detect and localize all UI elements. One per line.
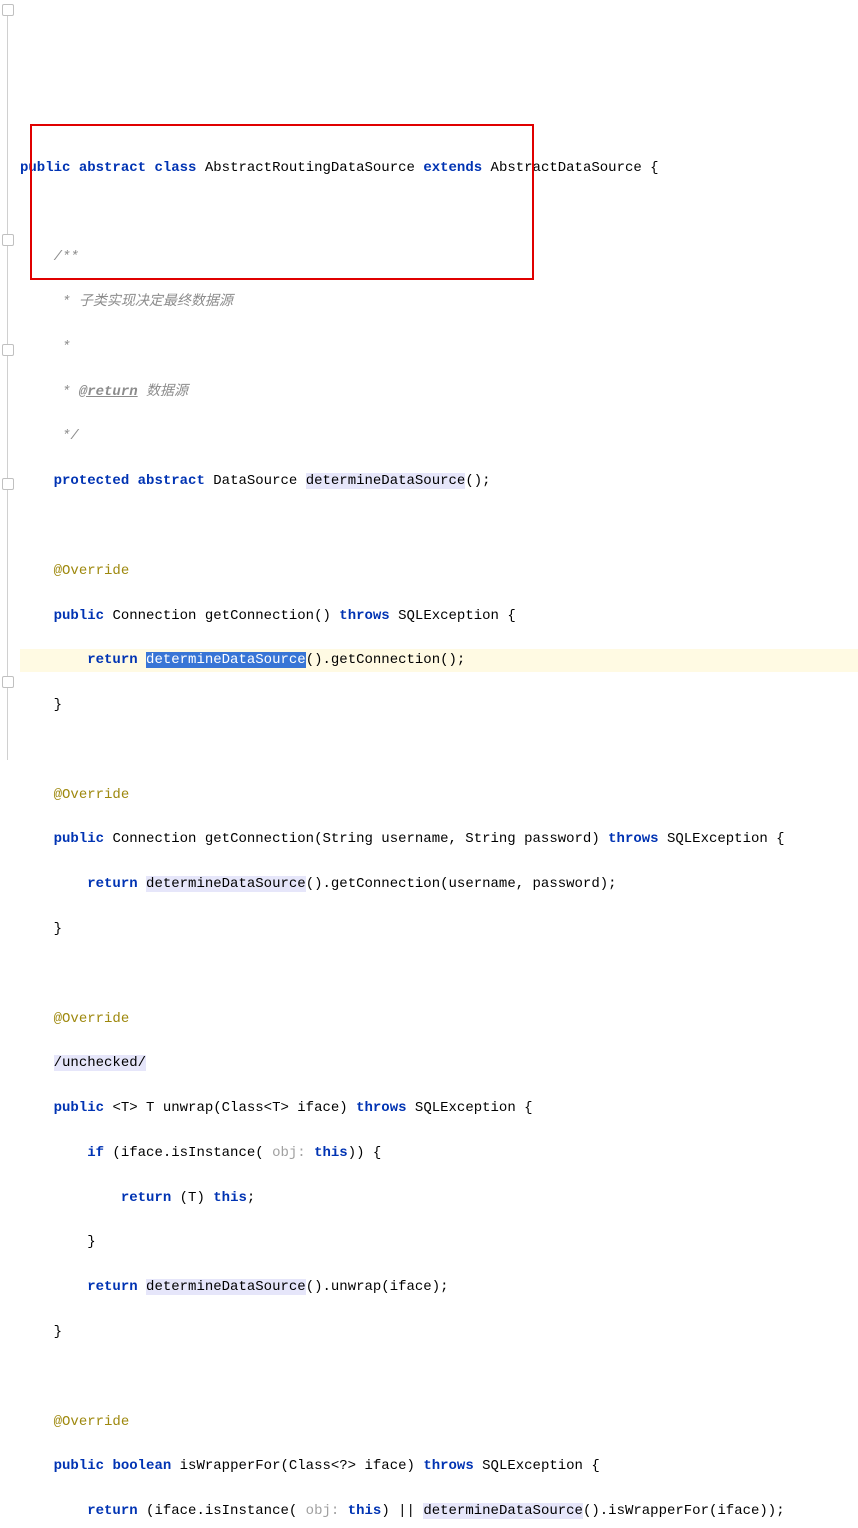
param-hint: obj: [264,1145,314,1161]
code-line[interactable]: @Override [20,1008,858,1030]
gutter [0,0,16,1528]
usage: determineDataSource [423,1503,583,1519]
code-line[interactable]: return determineDataSource().getConnecti… [20,873,858,895]
code-line[interactable]: public abstract class AbstractRoutingDat… [20,157,858,179]
code-line[interactable]: @Override [20,1411,858,1433]
code-line[interactable] [20,515,858,537]
code-line[interactable] [20,1366,858,1388]
fold-toggle-icon[interactable] [2,344,14,356]
code-line[interactable] [20,963,858,985]
code-line[interactable]: return (iface.isInstance( obj: this) || … [20,1500,858,1522]
fold-toggle-icon[interactable] [2,478,14,490]
code-line[interactable]: public boolean isWrapperFor(Class<?> ifa… [20,1455,858,1477]
code-line[interactable]: * 子类实现决定最终数据源 [20,291,858,313]
code-line-current[interactable]: return determineDataSource().getConnecti… [20,649,858,671]
fold-toggle-icon[interactable] [2,676,14,688]
code-line[interactable]: if (iface.isInstance( obj: this)) { [20,1142,858,1164]
code-editor[interactable]: public abstract class AbstractRoutingDat… [0,0,858,1528]
code-line[interactable]: protected abstract DataSource determineD… [20,470,858,492]
usage: determineDataSource [146,1279,306,1295]
code-line[interactable]: return determineDataSource().unwrap(ifac… [20,1276,858,1298]
code-line[interactable]: /** [20,246,858,268]
code-line[interactable] [20,202,858,224]
code-line[interactable]: public Connection getConnection() throws… [20,605,858,627]
code-line[interactable]: @Override [20,784,858,806]
selection: determineDataSource [146,652,306,668]
code-line[interactable]: return (T) this; [20,1187,858,1209]
param-hint: obj: [297,1503,347,1519]
code-line[interactable]: @Override [20,560,858,582]
code-line[interactable]: } [20,918,858,940]
code-line[interactable]: public <T> T unwrap(Class<T> iface) thro… [20,1097,858,1119]
code-line[interactable]: /unchecked/ [20,1052,858,1074]
code-line[interactable]: } [20,1231,858,1253]
method-decl: determineDataSource [306,473,466,489]
fold-toggle-icon[interactable] [2,234,14,246]
code-line[interactable]: } [20,1321,858,1343]
code-line[interactable]: * [20,336,858,358]
usage: determineDataSource [146,876,306,892]
fold-toggle-icon[interactable] [2,4,14,16]
code-line[interactable]: * @return 数据源 [20,381,858,403]
code-line[interactable]: } [20,694,858,716]
code-line[interactable]: */ [20,425,858,447]
code-line[interactable] [20,739,858,761]
code-line[interactable]: public Connection getConnection(String u… [20,828,858,850]
